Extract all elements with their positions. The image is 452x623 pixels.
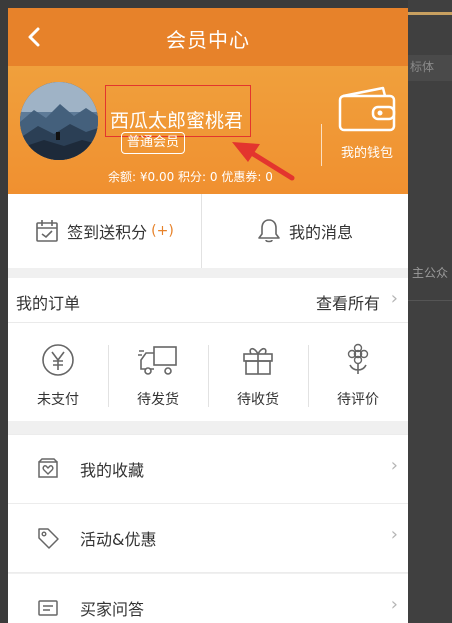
order-awaiting-review-label: 待评价 bbox=[337, 392, 379, 408]
calendar-check-icon bbox=[36, 220, 58, 242]
page-title: 会员中心 bbox=[166, 28, 250, 52]
qa-icon bbox=[38, 600, 58, 616]
quick-actions: 签到送积分 (+) 我的消息 bbox=[8, 194, 408, 268]
checkin-plus: (+) bbox=[151, 223, 174, 239]
order-awaiting-review[interactable]: 待评价 bbox=[308, 323, 408, 421]
menu-item-buyer-qa[interactable]: 买家问答 › bbox=[8, 574, 408, 623]
menu-label: 我的收藏 bbox=[80, 461, 145, 480]
order-awaiting-shipment-label: 待发货 bbox=[137, 392, 179, 408]
order-awaiting-receipt-label: 待收货 bbox=[237, 392, 279, 408]
menu-label: 买家问答 bbox=[80, 600, 145, 619]
messages-button[interactable]: 我的消息 bbox=[202, 194, 408, 268]
view-all-orders-link[interactable]: 查看所有 bbox=[316, 290, 380, 314]
order-unpaid-label: 未支付 bbox=[37, 392, 79, 408]
order-awaiting-receipt[interactable]: 待收货 bbox=[208, 323, 308, 421]
checkin-label: 签到送积分 bbox=[67, 223, 148, 242]
app-header: 会员中心 bbox=[8, 8, 408, 66]
background-text: 标体 bbox=[410, 60, 435, 74]
background-text: 主公众 bbox=[412, 266, 449, 280]
menu-label: 活动&优惠 bbox=[80, 530, 157, 549]
chevron-right-icon: › bbox=[390, 524, 398, 545]
tag-icon bbox=[38, 528, 59, 549]
flower-icon bbox=[347, 343, 369, 374]
member-level-badge: 普通会员 bbox=[121, 132, 186, 154]
order-awaiting-shipment[interactable]: 待发货 bbox=[108, 323, 208, 421]
order-unpaid[interactable]: 未支付 bbox=[8, 323, 108, 421]
background-divider bbox=[408, 300, 452, 301]
menu-item-promotions[interactable]: 活动&优惠 › bbox=[8, 504, 408, 573]
wallet-divider bbox=[321, 124, 322, 166]
member-center-screen: 会员中心 西瓜太郎蜜桃君 普通会员 余额: ¥0.00 积分: 0 优惠券: 0 bbox=[8, 8, 408, 623]
avatar[interactable] bbox=[20, 82, 98, 160]
background-left-edge bbox=[0, 0, 8, 623]
chevron-right-icon: › bbox=[390, 288, 398, 309]
favorites-icon bbox=[38, 458, 58, 478]
avatar-image bbox=[20, 82, 98, 160]
wallet-button[interactable]: 我的钱包 bbox=[330, 86, 404, 161]
wallet-label: 我的钱包 bbox=[340, 146, 393, 161]
bell-icon bbox=[258, 219, 280, 243]
chevron-right-icon: › bbox=[390, 455, 398, 476]
wallet-icon bbox=[338, 86, 396, 132]
truck-icon bbox=[138, 346, 177, 375]
profile-card: 西瓜太郎蜜桃君 普通会员 余额: ¥0.00 积分: 0 优惠券: 0 我的钱包 bbox=[8, 66, 408, 194]
checkin-button[interactable]: 签到送积分 (+) bbox=[8, 194, 201, 268]
background-strip bbox=[408, 0, 452, 623]
menu-item-favorites[interactable]: 我的收藏 › bbox=[8, 434, 408, 504]
gift-icon bbox=[243, 347, 273, 375]
yen-icon bbox=[42, 344, 74, 376]
messages-label: 我的消息 bbox=[288, 223, 353, 242]
orders-title: 我的订单 bbox=[16, 294, 81, 313]
chevron-right-icon: › bbox=[390, 594, 398, 615]
orders-header[interactable]: 我的订单 查看所有 › bbox=[8, 278, 408, 323]
annotation-highlight-box bbox=[105, 85, 251, 137]
background-topline bbox=[408, 12, 452, 15]
annotation-arrow-icon bbox=[232, 142, 295, 181]
order-status-row: 未支付 待发货 待收货 待评价 bbox=[8, 323, 408, 421]
